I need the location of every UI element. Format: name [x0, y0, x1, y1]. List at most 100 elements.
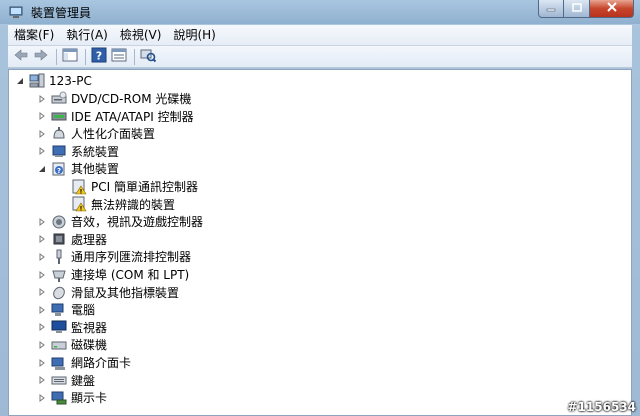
tree-item-label: IDE ATA/ATAPI 控制器 — [71, 109, 194, 124]
collapsed-arrow-icon[interactable] — [37, 322, 47, 332]
tree-item[interactable]: 監視器 — [37, 319, 107, 336]
device-manager-window: 裝置管理員 檔案(F) 執行(A) 檢視(V) 說明(H) ? 123-PC D… — [0, 0, 640, 416]
scan-hardware-button[interactable] — [139, 48, 157, 66]
tree-item[interactable]: 網路介面卡 — [37, 354, 131, 371]
device-tree[interactable]: 123-PC DVD/CD-ROM 光碟機 IDE ATA/ATAPI 控制器 人性… — [8, 69, 632, 416]
computer-icon — [29, 73, 45, 89]
mouse-icon — [51, 284, 67, 300]
tree-item-label: 處理器 — [71, 232, 108, 247]
tree-root-label: 123-PC — [49, 73, 92, 88]
collapsed-arrow-icon[interactable] — [37, 270, 47, 280]
close-icon — [606, 2, 618, 15]
tree-item-label: 連接埠 (COM 和 LPT) — [71, 268, 190, 282]
tree-item-label: 電腦 — [71, 303, 96, 318]
tree-item[interactable]: IDE ATA/ATAPI 控制器 — [37, 108, 194, 125]
tree-item[interactable]: 連接埠 (COM 和 LPT) — [37, 266, 189, 283]
tree-item-label: 磁碟機 — [71, 338, 108, 353]
tree-item[interactable]: 人性化介面裝置 — [37, 125, 155, 142]
minimize-button[interactable] — [538, 0, 564, 18]
expanded-arrow-icon[interactable] — [37, 164, 47, 174]
menu-view[interactable]: 檢視(V) — [114, 25, 168, 45]
system-device-icon — [51, 143, 67, 159]
tree-item-label: 鍵盤 — [71, 373, 96, 388]
collapsed-arrow-icon[interactable] — [37, 287, 47, 297]
tree-item-label: 監視器 — [71, 320, 108, 335]
tree-item-label: 通用序列匯流排控制器 — [71, 250, 192, 265]
toolbar: ? — [8, 46, 632, 68]
collapsed-arrow-icon[interactable] — [37, 217, 47, 227]
menu-help[interactable]: 說明(H) — [167, 25, 221, 45]
back-button[interactable] — [12, 48, 30, 66]
tree-item[interactable]: 處理器 — [37, 231, 107, 248]
tree-item[interactable]: 系統裝置 — [37, 143, 119, 160]
network-adapter-icon — [51, 355, 67, 371]
device-manager-icon — [8, 4, 24, 20]
tree-item-label: 無法辨識的裝置 — [91, 197, 176, 212]
minimize-icon — [546, 2, 556, 15]
help-icon: ? — [91, 47, 107, 66]
collapsed-arrow-icon[interactable] — [37, 340, 47, 350]
collapsed-arrow-icon[interactable] — [37, 94, 47, 104]
expanded-arrow-icon[interactable] — [15, 76, 25, 86]
collapsed-arrow-icon[interactable] — [37, 111, 47, 121]
svg-text:?: ? — [57, 167, 61, 175]
tree-item[interactable]: 顯示卡 — [37, 389, 107, 406]
usb-icon — [51, 249, 67, 265]
collapsed-arrow-icon[interactable] — [37, 252, 47, 262]
tree-root[interactable]: 123-PC — [15, 72, 92, 89]
tree-item[interactable]: ? 其他裝置 — [37, 160, 119, 177]
ide-controller-icon — [51, 108, 67, 124]
tree-item-label: 系統裝置 — [71, 144, 120, 159]
monitor-icon — [51, 319, 67, 335]
warning-device-icon: ! — [71, 196, 87, 212]
tree-item[interactable]: ! PCI 簡單通訊控制器 — [57, 178, 198, 195]
caption-buttons — [538, 0, 634, 20]
tree-item-label: 顯示卡 — [71, 391, 108, 406]
display-adapter-icon — [51, 390, 67, 406]
toolbar-separator — [85, 48, 86, 65]
help-button[interactable]: ? — [90, 47, 108, 66]
tree-item-label: 網路介面卡 — [71, 356, 132, 370]
menu-bar: 檔案(F) 執行(A) 檢視(V) 說明(H) — [8, 25, 632, 46]
tree-item-label: 其他裝置 — [71, 162, 120, 177]
collapsed-arrow-icon[interactable] — [37, 146, 47, 156]
maximize-button[interactable] — [564, 0, 590, 18]
collapsed-arrow-icon[interactable] — [37, 305, 47, 315]
collapsed-arrow-icon[interactable] — [37, 375, 47, 385]
properties-icon — [111, 48, 127, 65]
tree-item-label: 人性化介面裝置 — [71, 127, 156, 142]
tree-item[interactable]: 磁碟機 — [37, 336, 107, 353]
forward-arrow-icon — [34, 49, 48, 64]
hid-icon — [51, 126, 67, 142]
keyboard-icon — [51, 372, 67, 388]
show-hide-console-tree-button[interactable] — [61, 48, 79, 66]
back-arrow-icon — [14, 49, 28, 64]
menu-file[interactable]: 檔案(F) — [8, 25, 60, 45]
collapsed-arrow-icon[interactable] — [37, 129, 47, 139]
tree-item[interactable]: DVD/CD-ROM 光碟機 — [37, 90, 191, 107]
collapsed-arrow-icon[interactable] — [37, 358, 47, 368]
tree-item[interactable]: 滑鼠及其他指標裝置 — [37, 284, 179, 301]
tree-item[interactable]: 通用序列匯流排控制器 — [37, 248, 191, 265]
tree-item[interactable]: 鍵盤 — [37, 372, 95, 389]
processor-icon — [51, 231, 67, 247]
properties-button[interactable] — [110, 48, 128, 66]
tree-item[interactable]: 音效，視訊及遊戲控制器 — [37, 213, 203, 230]
tree-item[interactable]: 電腦 — [37, 301, 95, 318]
menu-action[interactable]: 執行(A) — [60, 25, 114, 45]
tree-item[interactable]: ! 無法辨識的裝置 — [57, 196, 175, 213]
tree-item-label: 音效，視訊及遊戲控制器 — [71, 215, 204, 230]
close-button[interactable] — [590, 0, 634, 18]
port-icon — [51, 267, 67, 283]
tree-item-label: DVD/CD-ROM 光碟機 — [71, 92, 192, 106]
title-bar[interactable]: 裝置管理員 — [0, 0, 640, 24]
collapsed-arrow-icon[interactable] — [37, 234, 47, 244]
forward-button[interactable] — [32, 48, 50, 66]
disk-drive-icon — [51, 337, 67, 353]
maximize-icon — [571, 2, 582, 15]
collapsed-arrow-icon[interactable] — [37, 393, 47, 403]
scan-hardware-icon — [140, 47, 157, 66]
svg-text:!: ! — [80, 206, 83, 213]
